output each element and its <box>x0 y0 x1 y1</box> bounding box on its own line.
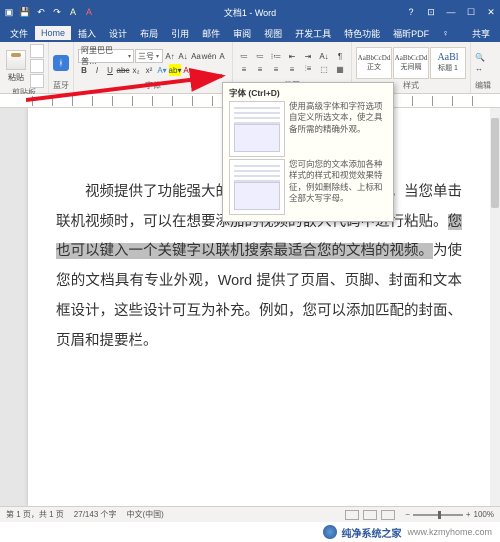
tell-me[interactable]: ♀ <box>436 26 455 40</box>
align-center-icon[interactable]: ≡ <box>253 63 267 75</box>
tab-insert[interactable]: 插入 <box>72 25 102 42</box>
group-font: 阿里巴巴普…▾ 三号▾ A↑ A↓ Aa wén A B I U abc x₂ … <box>74 42 233 93</box>
clear-format-icon[interactable]: A <box>216 50 228 62</box>
justify-icon[interactable]: ≡ <box>285 63 299 75</box>
style-heading1[interactable]: AaBl标题 1 <box>430 47 466 79</box>
align-right-icon[interactable]: ≡ <box>269 63 283 75</box>
zoom-in-icon[interactable]: + <box>466 510 471 519</box>
a-color-icon[interactable]: A <box>84 7 94 17</box>
tooltip-preview-icon-2 <box>229 159 285 215</box>
copy-icon[interactable] <box>30 59 44 73</box>
font-size-combo[interactable]: 三号▾ <box>135 49 163 63</box>
subscript-button[interactable]: x₂ <box>130 64 142 76</box>
group-editing: 🔍 ↔ 编辑 <box>471 42 495 93</box>
watermark-logo-icon <box>323 525 337 539</box>
tab-layout[interactable]: 布局 <box>134 25 164 42</box>
bullets-icon[interactable]: ≔ <box>237 50 251 62</box>
tab-special[interactable]: 特色功能 <box>338 25 386 42</box>
status-page[interactable]: 第 1 页，共 1 页 <box>6 509 64 520</box>
borders-icon[interactable]: ▦ <box>333 63 347 75</box>
tab-design[interactable]: 设计 <box>103 25 133 42</box>
vertical-scrollbar[interactable] <box>490 108 500 506</box>
replace-button[interactable]: ↔ <box>475 64 485 73</box>
zoom-control[interactable]: − + 100% <box>405 510 494 519</box>
quick-access-toolbar: ▣ 💾 ↶ ↷ A A <box>4 7 94 17</box>
align-left-icon[interactable]: ≡ <box>237 63 251 75</box>
change-case-icon[interactable]: Aa <box>190 50 202 62</box>
ribbon-options-icon[interactable]: ⊡ <box>426 7 436 17</box>
scroll-thumb[interactable] <box>491 118 499 208</box>
tab-review[interactable]: 审阅 <box>227 25 257 42</box>
tab-mailings[interactable]: 邮件 <box>196 25 226 42</box>
group-clipboard: 粘贴 剪贴板 <box>0 42 49 93</box>
sort-icon[interactable]: A↓ <box>317 50 331 62</box>
tab-references[interactable]: 引用 <box>165 25 195 42</box>
strike-button[interactable]: abc <box>117 64 129 76</box>
shrink-font-icon[interactable]: A↓ <box>177 50 189 62</box>
font-name-combo[interactable]: 阿里巴巴普…▾ <box>78 49 134 63</box>
bold-button[interactable]: B <box>78 64 90 76</box>
statusbar: 第 1 页，共 1 页 27/143 个字 中文(中国) − + 100% <box>0 506 500 522</box>
undo-icon[interactable]: ↶ <box>36 7 46 17</box>
a-icon[interactable]: A <box>68 7 78 17</box>
minimize-icon[interactable]: ― <box>446 7 456 17</box>
find-button[interactable]: 🔍 <box>475 53 485 62</box>
superscript-button[interactable]: x² <box>143 64 155 76</box>
decrease-indent-icon[interactable]: ⇤ <box>285 50 299 62</box>
view-print-icon[interactable] <box>363 510 377 520</box>
save-icon[interactable]: 💾 <box>20 7 30 17</box>
line-spacing-icon[interactable]: ⫶≡ <box>301 63 315 75</box>
titlebar: ▣ 💾 ↶ ↷ A A 文档1 - Word ? ⊡ ― ☐ ✕ <box>0 0 500 24</box>
paste-icon <box>6 50 26 70</box>
tab-view[interactable]: 视图 <box>258 25 288 42</box>
watermark: 纯净系统之家 www.kzmyhome.com <box>0 522 500 542</box>
maximize-icon[interactable]: ☐ <box>466 7 476 17</box>
group-bluetooth: ᚼ 蓝牙 <box>49 42 74 93</box>
tooltip-title: 字体 (Ctrl+D) <box>229 87 387 99</box>
close-icon[interactable]: ✕ <box>486 7 496 17</box>
cut-icon[interactable] <box>30 44 44 58</box>
tab-foxit[interactable]: 福昕PDF <box>387 25 435 42</box>
phonetic-icon[interactable]: wén <box>203 50 215 62</box>
redo-icon[interactable]: ↷ <box>52 7 62 17</box>
tab-file[interactable]: 文件 <box>4 25 34 42</box>
italic-button[interactable]: I <box>91 64 103 76</box>
format-painter-icon[interactable] <box>30 74 44 88</box>
word-icon: ▣ <box>4 7 14 17</box>
style-nospace[interactable]: AaBbCcDd无间隔 <box>393 47 429 79</box>
style-normal[interactable]: AaBbCcDd正文 <box>356 47 392 79</box>
window-title: 文档1 - Word <box>94 6 406 19</box>
multilevel-icon[interactable]: ⁝≔ <box>269 50 283 62</box>
font-color-button[interactable]: A▾ <box>182 64 194 76</box>
tooltip-preview-icon <box>229 101 285 157</box>
share-button[interactable]: 共享 <box>466 25 496 42</box>
zoom-level[interactable]: 100% <box>474 510 494 519</box>
paste-button[interactable]: 粘贴 <box>4 50 28 83</box>
help-icon[interactable]: ? <box>406 7 416 17</box>
tab-home[interactable]: Home <box>35 26 71 40</box>
grow-font-icon[interactable]: A↑ <box>164 50 176 62</box>
view-web-icon[interactable] <box>381 510 395 520</box>
view-read-icon[interactable] <box>345 510 359 520</box>
show-marks-icon[interactable]: ¶ <box>333 50 347 62</box>
tab-developer[interactable]: 开发工具 <box>289 25 337 42</box>
shading-icon[interactable]: ⬚ <box>317 63 331 75</box>
zoom-out-icon[interactable]: − <box>405 510 410 519</box>
font-tooltip: 字体 (Ctrl+D) 使用高级字体和字符选项自定义所选文本，使之具备所需的精确… <box>222 82 394 222</box>
numbering-icon[interactable]: ≔ <box>253 50 267 62</box>
status-lang[interactable]: 中文(中国) <box>127 509 164 520</box>
ribbon-tabs: 文件 Home 插入 设计 布局 引用 邮件 审阅 视图 开发工具 特色功能 福… <box>0 24 500 42</box>
underline-button[interactable]: U <box>104 64 116 76</box>
text-effect-button[interactable]: A▾ <box>156 64 168 76</box>
increase-indent-icon[interactable]: ⇥ <box>301 50 315 62</box>
bluetooth-icon[interactable]: ᚼ <box>53 55 69 71</box>
status-words[interactable]: 27/143 个字 <box>74 509 117 520</box>
highlight-button[interactable]: ab▾ <box>169 64 181 76</box>
